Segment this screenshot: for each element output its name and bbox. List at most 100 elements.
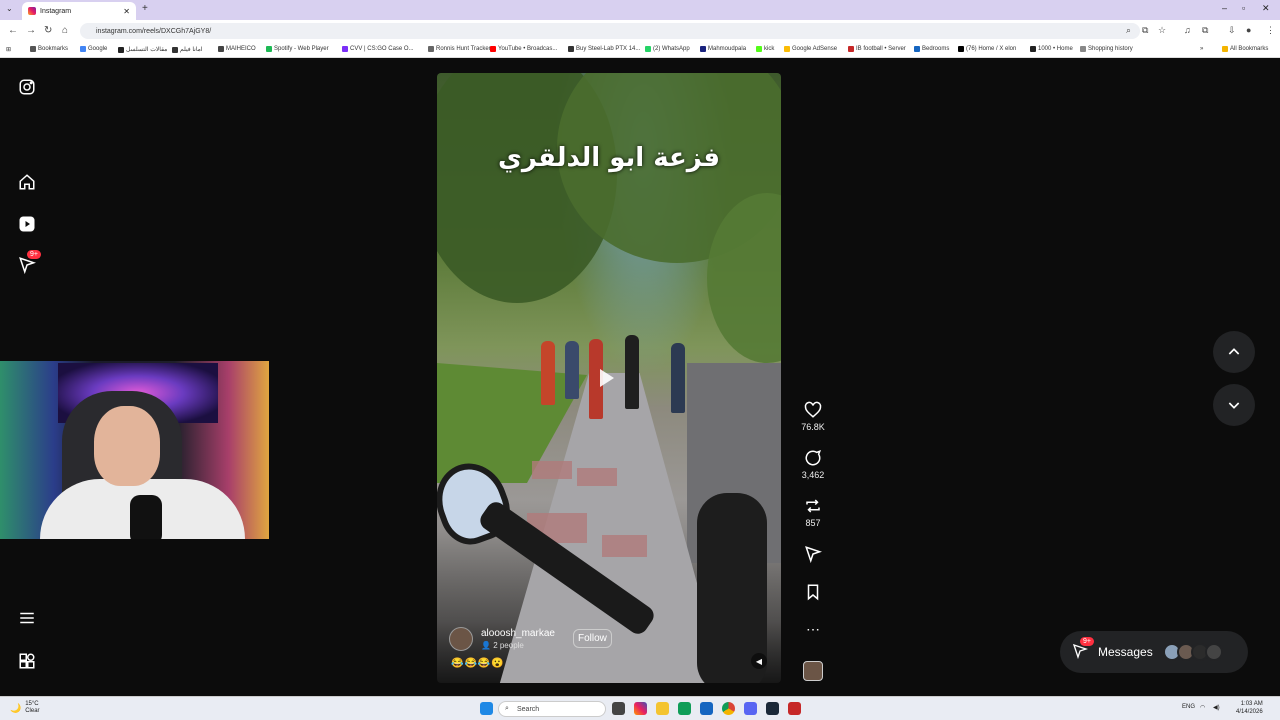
tagged-people[interactable]: 👤 2 people (481, 641, 555, 650)
downloads-icon[interactable]: ⇩ (1228, 25, 1236, 36)
bookmark-item[interactable]: IB football • Server (848, 46, 906, 52)
wifi-icon[interactable]: ◠ (1200, 704, 1205, 711)
bookmark-item[interactable]: Google AdSense (784, 46, 837, 52)
steam-icon[interactable] (766, 702, 779, 715)
bookmark-item[interactable]: مقالات التسلسل (118, 46, 167, 53)
new-tab-button[interactable]: + (142, 3, 148, 14)
task-view-icon[interactable] (612, 702, 625, 715)
bookmark-item[interactable]: 1000 • Home (1030, 46, 1073, 52)
url-bar[interactable]: instagram.com/reels/DXCGh7AjGY8/ (80, 23, 1140, 39)
weather-widget[interactable]: 🌙 15°C Clear (10, 701, 40, 715)
pavement-tile (602, 535, 647, 557)
messages-button[interactable]: 9+ Messages (1060, 631, 1248, 673)
bookmark-item[interactable]: YouTube • Broadcas... (490, 46, 557, 52)
bookmarks-overflow-icon[interactable]: » (1200, 46, 1203, 52)
home-icon[interactable] (17, 172, 37, 192)
bookmark-label: (2) WhatsApp (653, 46, 690, 52)
start-button[interactable] (480, 702, 493, 715)
forward-icon[interactable]: → (26, 25, 36, 36)
next-reel-button[interactable] (1213, 384, 1255, 426)
menu-icon[interactable] (17, 608, 37, 628)
close-window-button[interactable]: ✕ (1262, 3, 1270, 14)
profile-avatar-icon[interactable]: ● (1246, 25, 1251, 35)
file-explorer-icon[interactable] (656, 702, 669, 715)
author-username[interactable]: alooosh_markae (481, 628, 555, 639)
chrome-icon[interactable] (722, 702, 735, 715)
folder-icon (1222, 46, 1228, 52)
reels-icon[interactable] (17, 214, 37, 234)
like-button[interactable]: 76.8K (798, 401, 828, 432)
repost-button[interactable]: 857 (798, 497, 828, 528)
share-button[interactable] (798, 545, 828, 563)
bookmark-favicon-icon (118, 46, 124, 53)
browser-menu-icon[interactable]: ⋮ (1266, 25, 1275, 36)
reel-author[interactable]: alooosh_markae 👤 2 people (449, 627, 555, 651)
more-apps-icon[interactable] (17, 651, 37, 671)
bookmark-label: kick (764, 46, 775, 52)
taskbar-search[interactable]: ⌕ Search (498, 701, 606, 717)
instagram-logo-icon[interactable] (17, 77, 37, 97)
follow-button[interactable]: Follow (573, 629, 612, 648)
apps-grid-icon[interactable]: ⊞ (6, 46, 11, 53)
bookmark-item[interactable]: Buy Steel-Lab PTX 14... (568, 46, 640, 52)
discord-icon[interactable] (744, 702, 757, 715)
streaming-app-icon[interactable] (788, 702, 801, 715)
store-icon[interactable] (700, 702, 713, 715)
maximize-button[interactable]: ▫ (1242, 3, 1245, 13)
moon-icon: 🌙 (10, 702, 22, 713)
mute-icon[interactable]: ◀ (751, 653, 767, 669)
messages-icon[interactable]: 9+ (17, 250, 41, 275)
previous-reel-button[interactable] (1213, 331, 1255, 373)
taskbar-date: 4/14/2026 (1236, 709, 1263, 715)
comment-button[interactable]: 3,462 (798, 449, 828, 480)
copilot-icon[interactable] (634, 702, 647, 715)
bookmark-item[interactable]: MAIHEICO (218, 46, 256, 52)
all-bookmarks[interactable]: All Bookmarks (1222, 46, 1268, 52)
reel-video[interactable]: فزعة ابو الدلقري alooosh_markae 👤 2 peop… (437, 73, 781, 683)
bookmark-item[interactable]: Shopping history (1080, 46, 1133, 52)
tab-close-icon[interactable]: ✕ (123, 7, 130, 16)
bookmark-item[interactable]: CVV | CS:GO Case O... (342, 46, 414, 52)
bookmark-item[interactable]: Bookmarks (30, 46, 68, 52)
taskbar-clock[interactable]: 1:03 AM 4/14/2026 (1236, 700, 1263, 716)
bookmark-item[interactable]: Bedrooms (914, 46, 949, 52)
home-browser-icon[interactable]: ⌂ (62, 25, 68, 36)
bookmark-item[interactable]: امانا فيلم (172, 46, 203, 53)
bookmark-favicon-icon (1030, 46, 1036, 52)
play-icon[interactable] (600, 369, 614, 387)
person-figure (671, 343, 685, 413)
instagram-page: 9+ فزعة ابو الدلقري alooosh_markae 👤 2 p… (0, 59, 1280, 696)
share-icon (805, 546, 822, 563)
taskbar-language[interactable]: ENG (1182, 704, 1195, 710)
taskbar-search-label: Search (517, 705, 540, 713)
bookmark-item[interactable]: Ronnis Hunt Tracker (428, 46, 491, 52)
likes-count: 76.8K (801, 422, 825, 432)
bookmark-item[interactable]: (76) Home / X elon (958, 46, 1016, 52)
extensions-icon[interactable]: ⧉ (1202, 25, 1208, 36)
author-avatar[interactable] (449, 627, 473, 651)
more-options-icon[interactable]: ⋯ (798, 621, 828, 638)
minimize-button[interactable]: – (1222, 3, 1227, 13)
pavement-tile (532, 461, 572, 479)
video-overlay-text: فزعة ابو الدلقري (498, 143, 720, 173)
edge-icon[interactable] (678, 702, 691, 715)
audio-thumbnail[interactable] (798, 661, 828, 681)
person-figure (541, 341, 555, 405)
zoom-icon[interactable]: ⌕ (1126, 25, 1131, 36)
bookmark-item[interactable]: Spotify - Web Player (266, 46, 329, 52)
bookmark-item[interactable]: Mahmoudpala (700, 46, 746, 52)
bookmark-item[interactable]: kick (756, 46, 774, 52)
bookmark-star-icon[interactable]: ☆ (1158, 25, 1166, 36)
bookmark-item[interactable]: (2) WhatsApp (645, 46, 690, 52)
browser-tab-instagram[interactable]: Instagram ✕ (22, 2, 136, 20)
save-button[interactable] (798, 583, 828, 601)
reload-icon[interactable]: ↻ (44, 25, 52, 36)
media-icon[interactable]: ♫ (1184, 25, 1191, 35)
bookmark-favicon-icon (568, 46, 574, 52)
install-icon[interactable]: ⧉ (1142, 25, 1148, 36)
url-text: instagram.com/reels/DXCGh7AjGY8/ (96, 27, 212, 35)
bookmark-item[interactable]: Google (80, 46, 107, 52)
back-icon[interactable]: ← (8, 25, 18, 36)
tab-search-chevron-icon[interactable]: ⌄ (6, 4, 13, 13)
volume-icon[interactable]: ◀) (1213, 704, 1220, 711)
